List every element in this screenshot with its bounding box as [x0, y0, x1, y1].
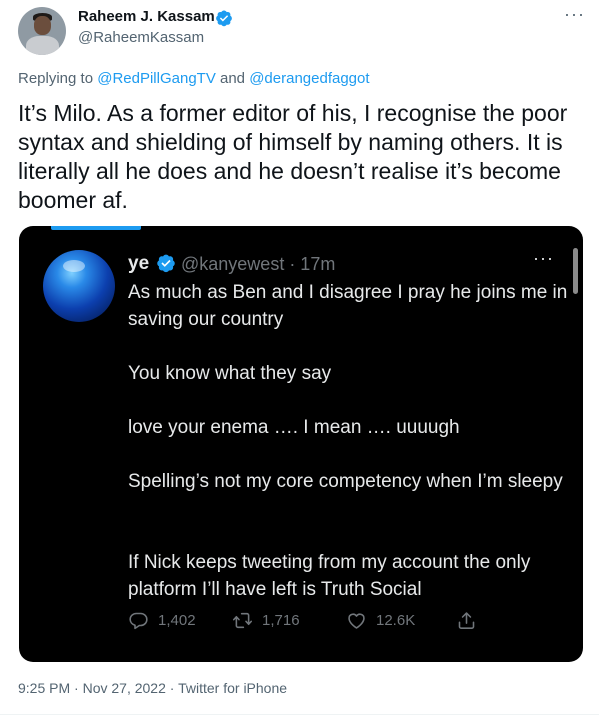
embedded-paragraph: If Nick keeps tweeting from my account t… [128, 552, 531, 600]
replying-to-line: Replying to @RedPillGangTV and @deranged… [18, 70, 370, 87]
reply-count: 1,402 [158, 611, 196, 629]
avatar-highlight [63, 260, 85, 272]
tweet-time[interactable]: 9:25 PM [18, 680, 70, 696]
retweet-action: 1,716 [232, 608, 300, 632]
embed-scrollbar [573, 248, 578, 294]
reply-user-link-2[interactable]: @derangedfaggot [249, 70, 369, 87]
reply-action: 1,402 [128, 608, 196, 632]
more-icon: ··· [533, 248, 554, 268]
meta-separator: · [74, 680, 79, 696]
tweet-text: It’s Milo. As a former editor of his, I … [18, 100, 568, 213]
like-count: 12.6K [376, 611, 416, 629]
tweet-meta: 9:25 PM · Nov 27, 2022 · Twitter for iPh… [18, 680, 287, 696]
like-icon [348, 612, 365, 629]
share-icon [458, 611, 475, 629]
author-handle[interactable]: @RaheemKassam [78, 29, 204, 46]
avatar-body [26, 36, 59, 55]
retweet-count: 1,716 [262, 611, 300, 629]
embedded-author-name: ye [128, 253, 150, 274]
verified-badge-icon [216, 10, 232, 27]
embed-progress-bar [51, 226, 141, 230]
reply-icon [129, 612, 148, 629]
embedded-image[interactable]: ye @kanyewest · 17m ··· As much as Ben a… [19, 226, 583, 662]
share-action [456, 608, 486, 632]
verified-badge-icon [157, 254, 175, 273]
embedded-avatar [43, 250, 115, 322]
more-icon[interactable]: ··· [564, 4, 585, 25]
embedded-paragraph: As much as Ben and I disagree I pray he … [128, 282, 568, 330]
meta-separator: · [169, 680, 175, 696]
avatar-head [34, 16, 51, 35]
tweet-date[interactable]: Nov 27, 2022 [83, 680, 166, 696]
divider [0, 714, 599, 715]
like-action: 12.6K [346, 608, 415, 632]
author-name[interactable]: Raheem J. Kassam [78, 8, 215, 25]
author-avatar[interactable] [18, 7, 66, 55]
replying-prefix: Replying to [18, 70, 94, 87]
retweet-icon [232, 612, 253, 628]
embedded-handle: @kanyewest · 17m [181, 254, 336, 274]
embedded-paragraph: You know what they say [128, 363, 332, 384]
tweet-source[interactable]: Twitter for iPhone [178, 680, 287, 696]
embedded-paragraph: love your enema …. I mean …. uuuugh [128, 417, 460, 438]
reply-user-link-1[interactable]: @RedPillGangTV [97, 70, 216, 87]
embedded-paragraph: Spelling’s not my core competency when I… [128, 471, 563, 492]
replying-and: and [220, 70, 246, 87]
